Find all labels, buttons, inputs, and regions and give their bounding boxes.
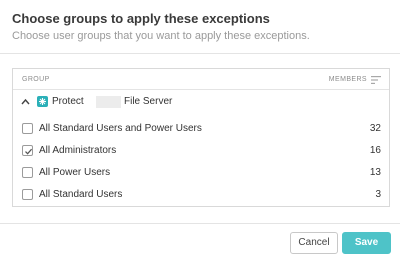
server-node-icon — [37, 96, 48, 107]
group-row-label: All Administrators — [39, 145, 117, 156]
group-checkbox-checked[interactable] — [22, 145, 33, 156]
checkmark-icon — [25, 148, 33, 155]
dialog-footer: Cancel Save — [0, 223, 400, 261]
group-row[interactable]: All Power Users 13 — [13, 162, 389, 183]
dialog-header: Choose groups to apply these exceptions … — [0, 0, 400, 54]
group-row[interactable]: All Standard Users 3 — [13, 184, 389, 205]
group-row-label: All Power Users — [39, 167, 111, 178]
group-row-members: 32 — [369, 123, 381, 134]
group-node-label-prefix: Protect — [52, 96, 84, 107]
group-row-label: All Standard Users — [39, 189, 123, 200]
group-table: GROUP MEMBERS Protect File Server All St… — [12, 68, 390, 207]
column-header-members[interactable]: MEMBERS — [329, 76, 367, 83]
cancel-button[interactable]: Cancel — [290, 232, 338, 254]
dialog-title: Choose groups to apply these exceptions — [12, 11, 270, 26]
group-row[interactable]: All Standard Users and Power Users 32 — [13, 118, 389, 139]
redacted-text — [96, 96, 121, 108]
group-row-members: 16 — [369, 145, 381, 156]
group-checkbox[interactable] — [22, 189, 33, 200]
group-checkbox[interactable] — [22, 123, 33, 134]
group-row-members: 13 — [369, 167, 381, 178]
sort-lines-icon[interactable] — [371, 76, 381, 84]
group-node-file-server[interactable]: Protect File Server — [13, 91, 389, 113]
table-header: GROUP MEMBERS — [13, 69, 389, 90]
group-row[interactable]: All Administrators 16 — [13, 140, 389, 161]
chevron-up-icon[interactable] — [21, 98, 30, 105]
save-button[interactable]: Save — [342, 232, 391, 254]
column-header-group[interactable]: GROUP — [22, 76, 50, 83]
group-row-label: All Standard Users and Power Users — [39, 123, 202, 134]
group-row-members: 3 — [375, 189, 381, 200]
group-checkbox[interactable] — [22, 167, 33, 178]
dialog-subtitle: Choose user groups that you want to appl… — [12, 30, 310, 42]
group-node-label-suffix: File Server — [124, 96, 173, 107]
